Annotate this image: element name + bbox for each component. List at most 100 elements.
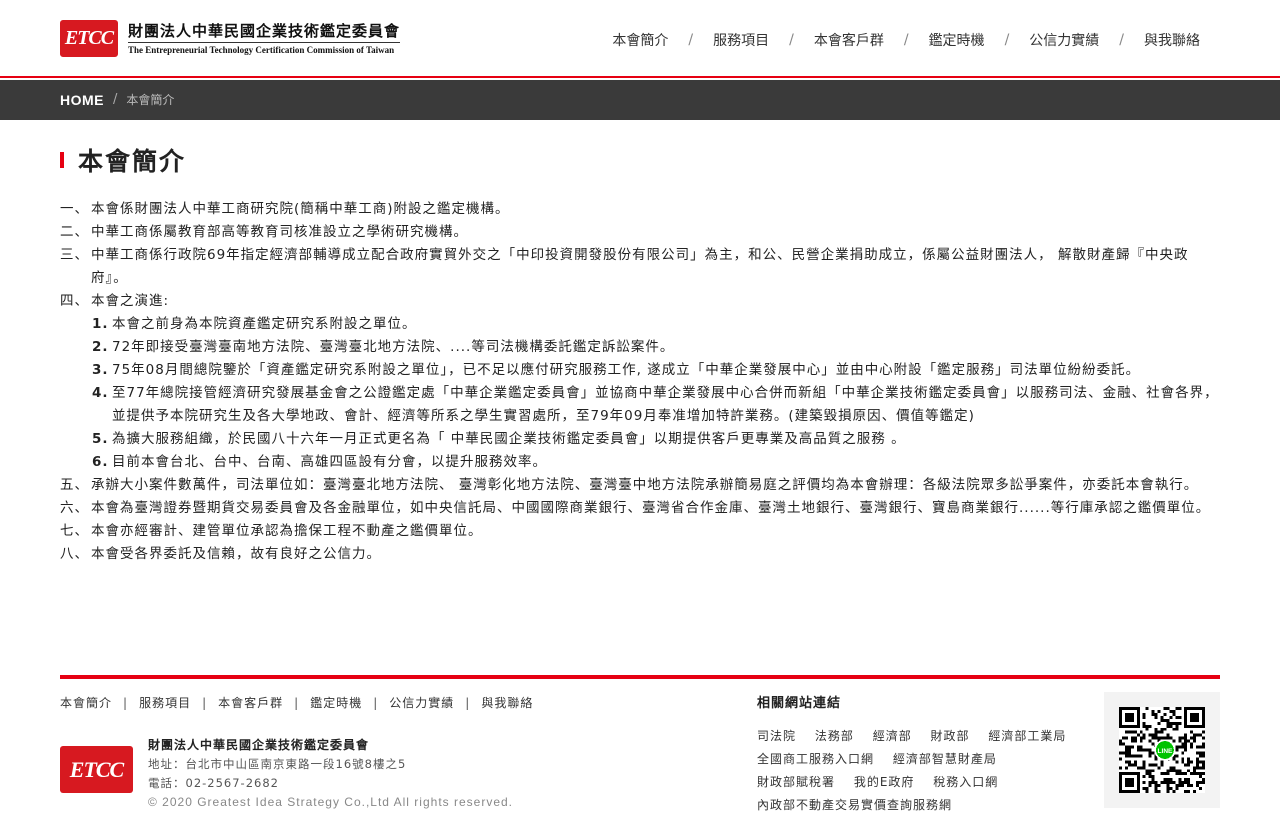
main-nav: 本會簡介 / 服務項目 / 本會客戶群 / 鑑定時機 / 公信力實績 / 與我聯… [612,30,1200,50]
nav-separator: / [1119,32,1124,48]
footer-nav-contact[interactable]: 與我聯絡 [481,694,533,711]
list-item-text: 本會係財團法人中華工商研究院(簡稱中華工商)附設之鑑定機構。 [91,201,510,217]
related-links-row: 司法院 法務部 經濟部 財政部 經濟部工業局 [757,725,1080,748]
page-title: 本會簡介 [78,147,187,176]
nav-separator: / [789,32,794,48]
sub-list-item: 2. 72年即接受臺灣臺南地方法院、臺灣臺北地方法院、....等司法機構委託鑑定訴… [60,336,1220,359]
sub-list-item: 6. 目前本會台北、台中、台南、高雄四區設有分會，以提升服務效率。 [60,451,1220,474]
sub-list-text: 75年08月間總院鑒於「資產鑑定研究系附設之單位」，已不足以應付研究服務工作, … [112,362,1141,378]
footer-copyright: © 2020 Greatest Idea Strategy Co.,Ltd Al… [148,795,514,809]
logo-english-name: The Entrepreneurial Technology Certifica… [128,45,395,55]
nav-item-services[interactable]: 服務項目 [713,30,769,50]
sub-list-number: 3. [92,362,109,378]
list-item-text: 中華工商係行政院69年指定經濟部輔導成立配合政府實貿外交之「中印投資開發股份有限… [91,247,1189,286]
list-item-marker: 二、 [60,224,89,240]
list-item: 一、 本會係財團法人中華工商研究院(簡稱中華工商)附設之鑑定機構。 [60,198,1220,221]
list-item-marker: 七、 [60,523,89,539]
sub-list-number: 2. [92,339,109,355]
footer-nav-credibility[interactable]: 公信力實績 [389,694,454,711]
list-item-marker: 六、 [60,500,89,516]
footer-phone: 電話：02-2567-2682 [148,776,279,790]
link-my-egov[interactable]: 我的E政府 [854,775,915,789]
list-item-text: 本會之演進: [91,293,170,309]
footer-address: 地址：台北市中山區南京東路一段16號8樓之5 [148,757,407,771]
footer-nav-separator: | [123,695,129,710]
list-item: 二、 中華工商係屬教育部高等教育司核准設立之學術研究機構。 [60,221,1220,244]
list-item-marker: 五、 [60,477,89,493]
about-content: 一、 本會係財團法人中華工商研究院(簡稱中華工商)附設之鑑定機構。 二、 中華工商係… [60,198,1220,566]
footer-nav: 本會簡介 | 服務項目 | 本會客戶群 | 鑑定時機 | 公信力實績 | 與我聯… [60,694,533,711]
site-header: ETCC 財團法人中華民國企業技術鑑定委員會 The Entrepreneuri… [0,0,1280,78]
line-qr-code[interactable]: LINE [1104,692,1220,808]
sub-list-text: 為擴大服務組織，於民國八十六年一月正式更名為「 中華民國企業技術鑑定委員會」以期… [112,431,906,447]
sub-list-number: 4. [92,385,109,401]
footer-org-name: 財團法人中華民國企業技術鑑定委員會 [148,738,370,752]
link-tax-portal[interactable]: 稅務入口網 [933,775,998,789]
nav-item-clients[interactable]: 本會客戶群 [814,30,884,50]
nav-separator: / [1004,32,1010,48]
footer-logo: ETCC [60,746,133,793]
footer-nav-about[interactable]: 本會簡介 [60,694,112,711]
logo-mark-text: ETCC [64,27,114,49]
link-ip-office[interactable]: 經濟部智慧財產局 [893,752,997,766]
link-real-estate-price[interactable]: 內政部不動產交易實價查詢服務網 [757,798,952,812]
line-badge-text: LINE [1158,748,1173,755]
list-item-marker: 三、 [60,247,89,263]
nav-separator: / [688,32,694,48]
footer-nav-services[interactable]: 服務項目 [139,694,191,711]
link-ministry-finance[interactable]: 財政部 [931,729,970,743]
sub-list-item: 4. 至77年總院接管經濟研究發展基金會之公證鑑定處「中華企業鑑定委員會」並協商中… [60,382,1220,428]
sub-list-item: 5. 為擴大服務組織，於民國八十六年一月正式更名為「 中華民國企業技術鑑定委員會」… [60,428,1220,451]
link-judicial-yuan[interactable]: 司法院 [757,729,796,743]
footer-nav-separator: | [465,695,471,710]
qr-code-icon: LINE [1119,707,1205,793]
link-ministry-economic[interactable]: 經濟部 [873,729,912,743]
link-ministry-justice[interactable]: 法務部 [815,729,854,743]
list-item-marker: 四、 [60,293,89,309]
list-item: 六、 本會為臺灣證券暨期貨交易委員會及各金融單位，如中央信託局、中國國際商業銀行、… [60,497,1220,520]
related-links-title: 相關網站連結 [757,696,842,711]
link-industrial-bureau[interactable]: 經濟部工業局 [988,729,1066,743]
link-taxation-agency[interactable]: 財政部賦稅署 [757,775,835,789]
list-item: 五、 承辦大小案件數萬件，司法單位如：臺灣臺北地方法院、 臺灣彰化地方法院、臺灣臺… [60,474,1220,497]
related-links-row: 內政部不動產交易實價查詢服務網 [757,794,1080,817]
sub-list-number: 1. [92,316,109,332]
nav-item-contact[interactable]: 與我聯絡 [1144,30,1200,50]
related-links-row: 全國商工服務入口網 經濟部智慧財產局 [757,748,1080,771]
sub-list-number: 5. [92,431,109,447]
logo-mark: ETCC [60,20,118,57]
footer-logo-text: ETCC [69,756,124,782]
list-item-marker: 八、 [60,546,89,562]
breadcrumb-bar: HOME / 本會簡介 [0,80,1280,120]
nav-item-about[interactable]: 本會簡介 [612,30,668,50]
link-business-portal[interactable]: 全國商工服務入口網 [757,752,874,766]
list-item: 八、 本會受各界委託及信賴，故有良好之公信力。 [60,543,1220,566]
breadcrumb: HOME / 本會簡介 [60,91,174,108]
nav-item-timing[interactable]: 鑑定時機 [929,30,985,50]
breadcrumb-home-link[interactable]: HOME [60,92,104,108]
related-links-row: 財政部賦稅署 我的E政府 稅務入口網 [757,771,1080,794]
list-item-text: 中華工商係屬教育部高等教育司核准設立之學術研究機構。 [91,224,468,240]
list-item-text: 本會為臺灣證券暨期貨交易委員會及各金融單位，如中央信託局、中國國際商業銀行、臺灣… [91,500,1211,516]
sub-list-text: 72年即接受臺灣臺南地方法院、臺灣臺北地方法院、....等司法機構委託鑑定訴訟案… [112,339,675,355]
list-item: 七、 本會亦經審計、建管單位承認為擔保工程不動產之鑑價單位。 [60,520,1220,543]
footer-nav-timing[interactable]: 鑑定時機 [310,694,362,711]
sub-list-text: 本會之前身為本院資產鑑定研究系附設之單位。 [112,316,417,332]
footer-nav-clients[interactable]: 本會客戶群 [218,694,283,711]
sub-list-text: 至77年總院接管經濟研究發展基金會之公證鑑定處「中華企業鑑定委員會」並協商中華企… [112,385,1219,424]
title-accent-bar [60,152,64,168]
related-links: 相關網站連結 司法院 法務部 經濟部 財政部 經濟部工業局 全國商工服務入口網 … [757,692,1080,817]
footer-nav-separator: | [202,695,208,710]
list-item-text: 本會受各界委託及信賴，故有良好之公信力。 [91,546,381,562]
list-item-text: 承辦大小案件數萬件，司法單位如：臺灣臺北地方法院、 臺灣彰化地方法院、臺灣臺中地… [91,477,1199,493]
logo-chinese-name: 財團法人中華民國企業技術鑑定委員會 [128,22,401,43]
footer-nav-separator: | [373,695,379,710]
site-logo[interactable]: ETCC 財團法人中華民國企業技術鑑定委員會 The Entrepreneuri… [60,20,401,57]
nav-item-credibility[interactable]: 公信力實績 [1029,30,1099,50]
footer-nav-separator: | [294,695,300,710]
list-item: 四、 本會之演進: [60,290,1220,313]
footer-divider [60,675,1220,679]
nav-separator: / [903,32,909,48]
breadcrumb-separator: / [113,92,118,107]
footer-contact-info: 財團法人中華民國企業技術鑑定委員會 地址：台北市中山區南京東路一段16號8樓之5… [148,736,513,812]
